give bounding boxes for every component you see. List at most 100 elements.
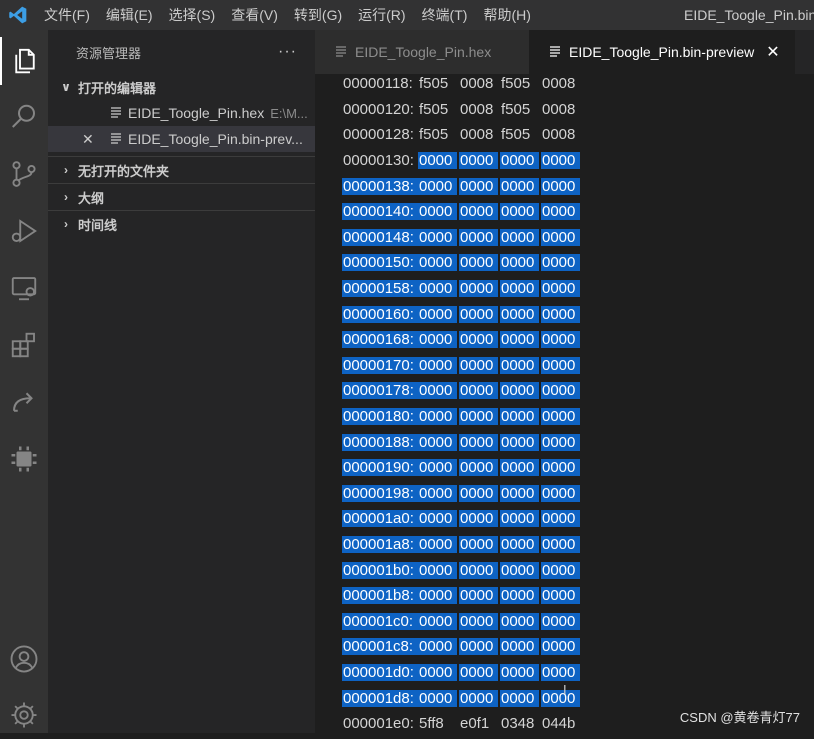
- hex-address: 000001a0:: [342, 510, 418, 528]
- hex-address: 00000130:: [343, 152, 414, 170]
- hex-row[interactable]: 00000140: 0000 0000 0000 0000: [342, 199, 582, 225]
- hex-row[interactable]: 00000120: f505 0008 f505 0008: [342, 97, 582, 123]
- open-editor-name: EIDE_Toogle_Pin.bin-prev...: [128, 131, 303, 147]
- hex-cell: 5ff8: [419, 715, 444, 733]
- source-control-icon[interactable]: [0, 150, 48, 198]
- hex-row[interactable]: 00000138: 0000 0000 0000 0000: [342, 173, 582, 199]
- section-timeline[interactable]: › 时间线: [48, 210, 315, 237]
- menu-item[interactable]: 终端(T): [414, 0, 476, 30]
- hex-cell: 0000: [459, 433, 498, 451]
- section-open-editors[interactable]: ∨ 打开的编辑器: [48, 74, 315, 100]
- menu-item[interactable]: 帮助(H): [475, 0, 538, 30]
- open-editor-item[interactable]: ✕ EIDE_Toogle_Pin.bin-prev...: [48, 126, 315, 152]
- menu-item[interactable]: 转到(G): [286, 0, 350, 30]
- hex-row[interactable]: 00000118: f505 0008 f505 0008: [342, 74, 582, 97]
- hex-row[interactable]: 00000168: 0000 0000 0000 0000: [342, 327, 582, 353]
- menu-item[interactable]: 运行(R): [350, 0, 413, 30]
- files-icon[interactable]: [0, 37, 48, 85]
- menu-item[interactable]: 编辑(E): [98, 0, 161, 30]
- hex-row[interactable]: 000001c8: 0000 0000 0000 0000: [342, 634, 582, 660]
- hex-row[interactable]: 00000150: 0000 0000 0000 0000: [342, 250, 582, 276]
- hex-cell: 0000: [459, 228, 498, 246]
- hex-row[interactable]: 00000130: 0000 0000 0000 0000: [342, 148, 582, 174]
- hex-cell: 0000: [418, 484, 457, 502]
- tab-label: EIDE_Toogle_Pin.hex: [355, 44, 492, 60]
- hex-address: 000001a8:: [342, 536, 418, 554]
- hex-address: 00000168:: [342, 331, 418, 349]
- tab-bin-preview[interactable]: EIDE_Toogle_Pin.bin-preview ✕: [529, 30, 795, 74]
- open-editor-path: E:\M...: [270, 106, 308, 121]
- section-outline[interactable]: › 大纲: [48, 183, 315, 210]
- hex-cell: f505: [419, 75, 449, 93]
- hex-cell: 0000: [541, 664, 580, 682]
- editor-scrollbar[interactable]: [794, 74, 814, 733]
- hex-row[interactable]: 00000148: 0000 0000 0000 0000: [342, 225, 582, 251]
- open-editor-name: EIDE_Toogle_Pin.hex: [128, 105, 265, 121]
- hex-row[interactable]: 00000190: 0000 0000 0000 0000: [342, 455, 582, 481]
- hex-row[interactable]: 000001d0: 0000 0000 0000 0000: [342, 660, 582, 686]
- hex-row[interactable]: 00000158: 0000 0000 0000 0000: [342, 276, 582, 302]
- hex-cell: 0000: [541, 459, 580, 477]
- hex-cell: 0000: [541, 612, 580, 630]
- section-label: 大纲: [78, 190, 105, 206]
- hex-cell: 0008: [460, 126, 494, 144]
- hex-cell: 0000: [500, 331, 539, 349]
- hex-address: 000001c0:: [342, 612, 418, 630]
- chip-icon[interactable]: [0, 435, 48, 483]
- menu-item[interactable]: 选择(S): [161, 0, 224, 30]
- tab-hex[interactable]: EIDE_Toogle_Pin.hex: [315, 30, 529, 74]
- hex-row[interactable]: 00000188: 0000 0000 0000 0000: [342, 429, 582, 455]
- more-actions-button[interactable]: ···: [278, 43, 297, 61]
- hex-cell: 0000: [500, 664, 539, 682]
- run-debug-icon[interactable]: [0, 207, 48, 255]
- hex-row[interactable]: 00000170: 0000 0000 0000 0000: [342, 353, 582, 379]
- menu-item[interactable]: 查看(V): [223, 0, 286, 30]
- hex-row[interactable]: 000001c0: 0000 0000 0000 0000: [342, 609, 582, 635]
- hex-cell: f505: [501, 100, 531, 118]
- close-icon[interactable]: ✕: [766, 42, 779, 62]
- file-icon: [335, 44, 347, 60]
- hex-address: 000001b8:: [342, 587, 418, 605]
- menu-item[interactable]: 文件(F): [36, 0, 98, 30]
- hex-row[interactable]: 000001e0: 5ff8 e0f1 0348 044b: [342, 711, 582, 733]
- hex-cell: f505: [501, 75, 531, 93]
- hex-cell: 0000: [541, 203, 580, 221]
- hex-row[interactable]: 000001d8: 0000 0000 0000 0000: [342, 685, 582, 711]
- hex-editor[interactable]: 00000118: f505 0008 f505 0008 00000120: f505 00…: [315, 74, 814, 733]
- hex-cell: 0000: [541, 356, 580, 374]
- hex-row[interactable]: 00000180: 0000 0000 0000 0000: [342, 404, 582, 430]
- hex-cell: 0000: [459, 561, 498, 579]
- hex-cell: 0000: [500, 228, 539, 246]
- extensions-icon[interactable]: [0, 321, 48, 369]
- hex-row[interactable]: 000001b8: 0000 0000 0000 0000: [342, 583, 582, 609]
- settings-gear-icon[interactable]: [0, 691, 48, 739]
- hex-cell: 0000: [500, 484, 539, 502]
- hex-cell: 0000: [418, 689, 457, 707]
- hex-row[interactable]: 00000128: f505 0008 f505 0008: [342, 122, 582, 148]
- hex-row[interactable]: 000001a0: 0000 0000 0000 0000: [342, 506, 582, 532]
- open-editor-item[interactable]: EIDE_Toogle_Pin.hex E:\M...: [48, 100, 315, 126]
- hex-row[interactable]: 00000160: 0000 0000 0000 0000: [342, 301, 582, 327]
- hex-cell: 0000: [500, 280, 539, 298]
- hex-cell: 0000: [418, 280, 457, 298]
- hex-cell: 0000: [418, 612, 457, 630]
- hex-cell: 0000: [541, 510, 580, 528]
- hex-cell: 0000: [418, 638, 457, 656]
- account-icon[interactable]: [0, 635, 48, 683]
- hex-row[interactable]: 00000178: 0000 0000 0000 0000: [342, 378, 582, 404]
- hex-address: 00000198:: [342, 484, 418, 502]
- hex-row[interactable]: 000001b0: 0000 0000 0000 0000: [342, 557, 582, 583]
- hex-cell: 0000: [459, 459, 498, 477]
- hex-cell: 0000: [541, 561, 580, 579]
- hex-cell: 0000: [459, 382, 498, 400]
- share-icon[interactable]: [0, 378, 48, 426]
- search-icon[interactable]: [0, 93, 48, 141]
- hex-row[interactable]: 00000198: 0000 0000 0000 0000: [342, 481, 582, 507]
- close-icon[interactable]: ✕: [82, 131, 94, 148]
- hex-cell: 0000: [418, 203, 457, 221]
- section-no-folder[interactable]: › 无打开的文件夹: [48, 156, 315, 183]
- hex-row[interactable]: 000001a8: 0000 0000 0000 0000: [342, 532, 582, 558]
- remote-explorer-icon[interactable]: [0, 264, 48, 312]
- hex-cell: 0348: [501, 715, 535, 733]
- hex-address: 00000160:: [342, 305, 418, 323]
